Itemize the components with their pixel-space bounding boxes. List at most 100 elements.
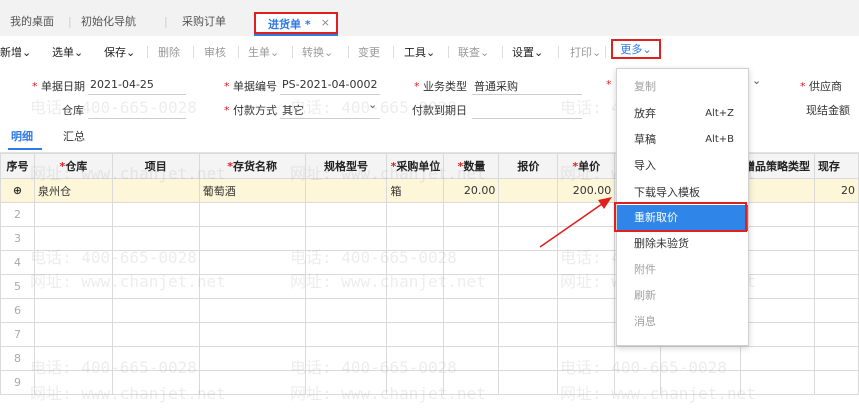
menu-item[interactable]: 删除未验货 xyxy=(617,231,748,257)
delete-button[interactable]: 删除 xyxy=(158,44,180,60)
grid-cell[interactable] xyxy=(739,202,815,227)
grid-cell[interactable] xyxy=(739,370,815,395)
row-number[interactable]: 7 xyxy=(0,322,35,347)
grid-cell[interactable] xyxy=(33,322,113,347)
grid-cell[interactable] xyxy=(198,370,306,395)
grid-cell[interactable] xyxy=(739,298,815,323)
grid-cell[interactable] xyxy=(660,370,741,395)
menu-item[interactable]: 草稿 Alt+B xyxy=(617,127,748,153)
tab-init-guide[interactable]: 初始化导航 xyxy=(81,12,136,32)
grid-cell[interactable] xyxy=(813,226,859,251)
grid-cell[interactable] xyxy=(614,370,662,395)
menu-item[interactable]: 附件 xyxy=(617,257,748,283)
settings-button[interactable]: 设置⌄ xyxy=(512,44,543,60)
grid-cell[interactable] xyxy=(739,346,815,371)
grid-cell[interactable] xyxy=(111,346,200,371)
generate-button[interactable]: 生单⌄ xyxy=(248,44,279,60)
row-expand-icon[interactable]: ⊕ xyxy=(0,178,35,203)
grid-cell[interactable] xyxy=(443,226,500,251)
grid-cell[interactable] xyxy=(498,178,559,203)
grid-cell[interactable] xyxy=(557,226,616,251)
grid-column-header[interactable]: *存货名称 xyxy=(198,153,306,179)
grid-cell[interactable] xyxy=(813,274,859,299)
grid-column-header[interactable]: 现存 xyxy=(813,153,859,179)
grid-cell[interactable] xyxy=(498,370,559,395)
grid-cell[interactable] xyxy=(304,274,388,299)
tab-purchase-receipt[interactable]: 进货单 * × xyxy=(254,12,338,34)
linked-query-button[interactable]: 联查⌄ xyxy=(458,44,489,60)
tab-detail[interactable]: 明细 xyxy=(11,128,33,144)
grid-column-header[interactable]: *数量 xyxy=(443,153,500,179)
grid-cell[interactable] xyxy=(386,370,445,395)
grid-cell[interactable] xyxy=(198,322,306,347)
grid-cell[interactable] xyxy=(498,226,559,251)
grid-cell[interactable] xyxy=(557,274,616,299)
grid-cell[interactable] xyxy=(33,370,113,395)
grid-column-header[interactable]: 序号 xyxy=(0,153,35,179)
grid-cell[interactable]: 20.00 xyxy=(443,178,500,203)
row-number[interactable]: 3 xyxy=(0,226,35,251)
grid-cell[interactable] xyxy=(111,226,200,251)
grid-cell[interactable] xyxy=(386,298,445,323)
grid-cell[interactable] xyxy=(813,322,859,347)
grid-cell[interactable] xyxy=(813,298,859,323)
audit-button[interactable]: 审核 xyxy=(204,44,226,60)
grid-cell[interactable] xyxy=(386,346,445,371)
menu-item[interactable]: 刷新 xyxy=(617,283,748,309)
grid-cell[interactable] xyxy=(739,322,815,347)
save-button[interactable]: 保存⌄ xyxy=(104,44,135,60)
row-number[interactable]: 9 xyxy=(0,370,35,395)
grid-cell[interactable] xyxy=(33,226,113,251)
grid-cell[interactable] xyxy=(614,346,662,371)
grid-cell[interactable]: 200.00 xyxy=(557,178,616,203)
grid-cell[interactable] xyxy=(443,370,500,395)
grid-cell[interactable] xyxy=(739,226,815,251)
convert-button[interactable]: 转换⌄ xyxy=(302,44,333,60)
biztype-field[interactable]: 普通采购 xyxy=(474,78,518,94)
grid-cell[interactable] xyxy=(498,346,559,371)
grid-cell[interactable] xyxy=(739,178,815,203)
tools-button[interactable]: 工具⌄ xyxy=(404,44,435,60)
grid-cell[interactable]: 20 xyxy=(813,178,859,203)
row-number[interactable]: 2 xyxy=(0,202,35,227)
date-field[interactable]: 2021-04-25 xyxy=(90,78,154,91)
grid-cell[interactable] xyxy=(557,322,616,347)
grid-cell[interactable] xyxy=(198,298,306,323)
grid-cell[interactable] xyxy=(33,298,113,323)
grid-cell[interactable] xyxy=(498,274,559,299)
grid-cell[interactable] xyxy=(557,202,616,227)
grid-cell[interactable] xyxy=(304,250,388,275)
grid-cell[interactable] xyxy=(111,370,200,395)
grid-column-header[interactable]: *单价 xyxy=(557,153,616,179)
menu-item[interactable]: 导入 xyxy=(617,153,748,179)
grid-cell[interactable] xyxy=(198,226,306,251)
grid-cell[interactable] xyxy=(557,298,616,323)
warehouse-field[interactable] xyxy=(88,118,186,119)
grid-cell[interactable] xyxy=(813,250,859,275)
grid-cell[interactable] xyxy=(304,226,388,251)
row-number[interactable]: 6 xyxy=(0,298,35,323)
grid-column-header[interactable]: 赠品策略类型 xyxy=(739,153,815,179)
grid-cell[interactable] xyxy=(739,274,815,299)
menu-item[interactable]: 复制 xyxy=(617,74,748,100)
table-row[interactable]: 8 xyxy=(0,346,859,371)
row-number[interactable]: 5 xyxy=(0,274,35,299)
grid-cell[interactable] xyxy=(498,250,559,275)
grid-cell[interactable] xyxy=(198,274,306,299)
grid-column-header[interactable]: 项目 xyxy=(111,153,200,179)
grid-cell[interactable] xyxy=(443,250,500,275)
grid-cell[interactable] xyxy=(498,202,559,227)
grid-cell[interactable] xyxy=(386,274,445,299)
grid-cell[interactable] xyxy=(813,202,859,227)
grid-cell[interactable] xyxy=(111,250,200,275)
grid-cell[interactable] xyxy=(443,274,500,299)
grid-cell[interactable] xyxy=(304,178,388,203)
grid-cell[interactable]: 箱 xyxy=(386,178,445,203)
new-button[interactable]: 新增⌄ xyxy=(0,44,31,60)
more-button[interactable]: 更多⌄ xyxy=(611,39,661,59)
docno-field[interactable]: PS-2021-04-0002 xyxy=(282,78,378,91)
grid-cell[interactable] xyxy=(557,250,616,275)
grid-column-header[interactable]: *采购单位 xyxy=(386,153,445,179)
grid-cell[interactable] xyxy=(304,202,388,227)
grid-cell[interactable] xyxy=(304,298,388,323)
